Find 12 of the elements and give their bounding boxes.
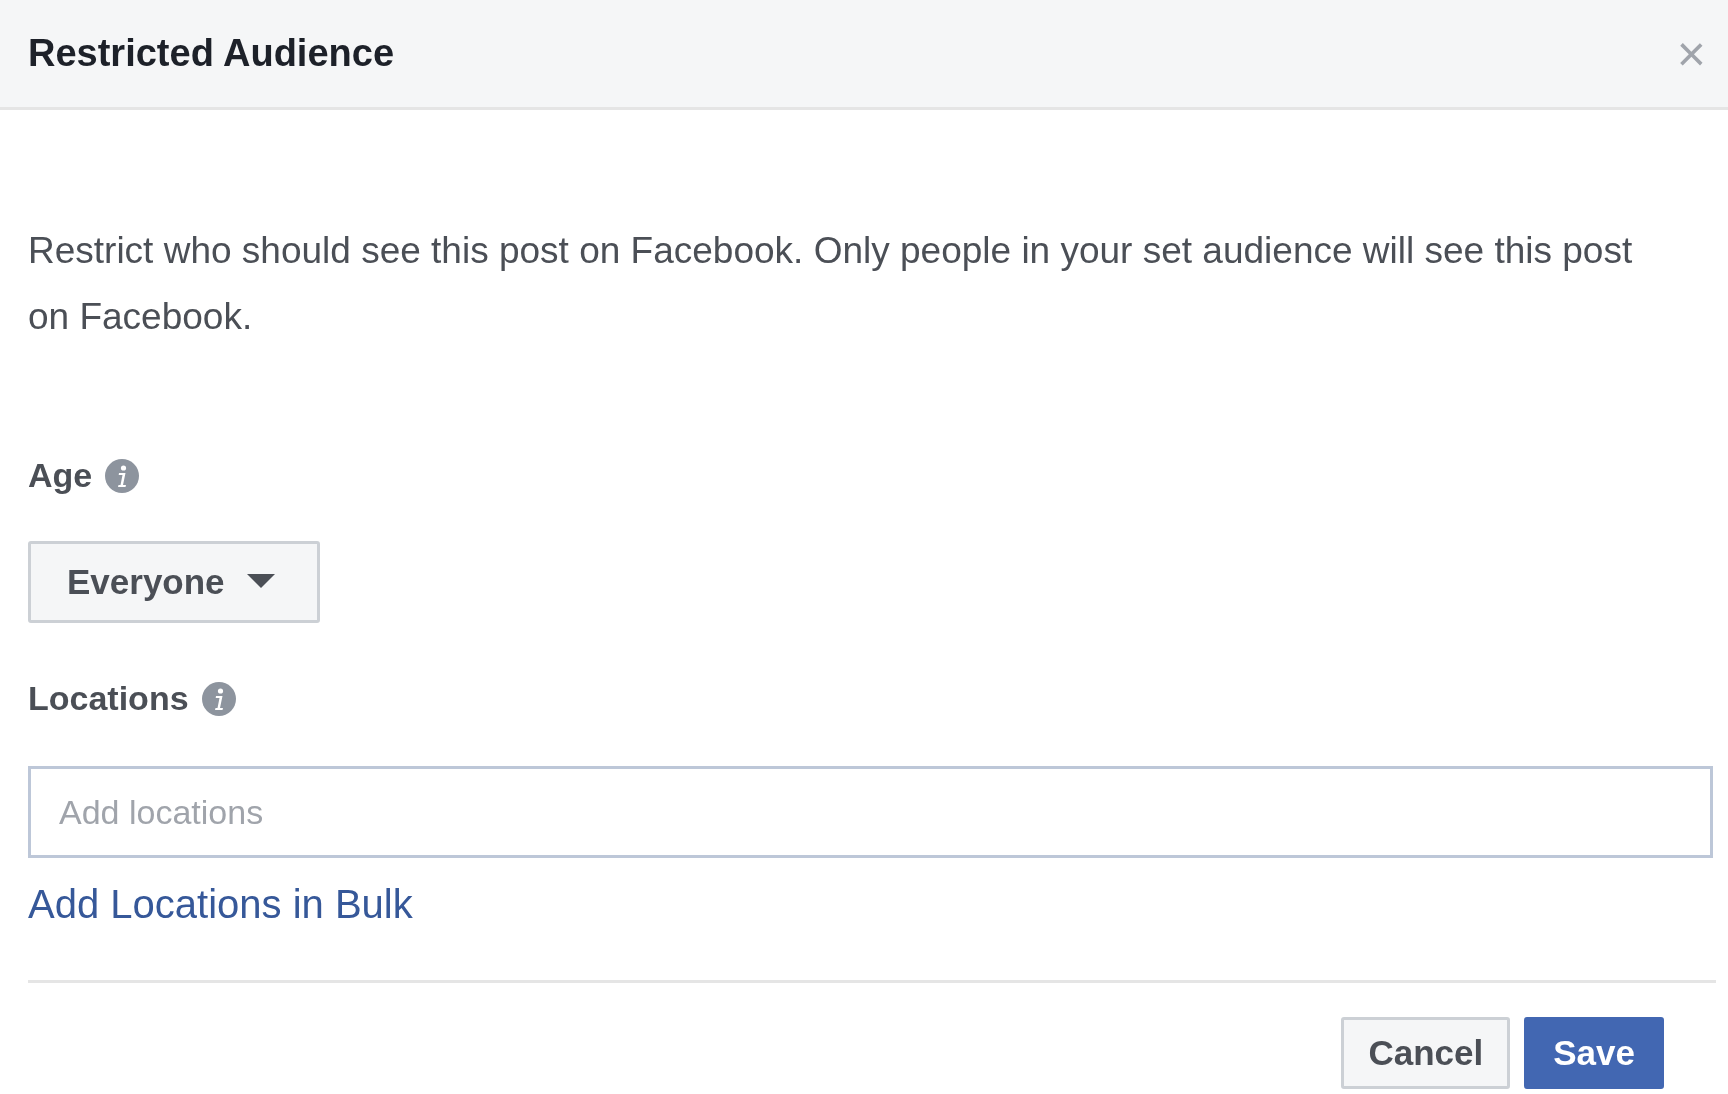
cancel-button[interactable]: Cancel (1341, 1017, 1511, 1089)
info-icon[interactable] (200, 680, 237, 717)
add-locations-bulk-link[interactable]: Add Locations in Bulk (28, 874, 413, 934)
age-label: Age (28, 455, 93, 496)
locations-label: Locations (28, 678, 189, 719)
caret-icon (246, 574, 275, 590)
age-dropdown[interactable]: Everyone (28, 541, 320, 623)
dialog-title: Restricted Audience (28, 31, 395, 76)
locations-field[interactable]: Add locations (28, 766, 1713, 858)
info-icon[interactable] (104, 457, 141, 494)
description-text: Restrict who should see this post on Facebook. Only people in your set audience will see this post on Facebook. (28, 229, 1634, 339)
save-button[interactable]: Save (1524, 1017, 1664, 1089)
